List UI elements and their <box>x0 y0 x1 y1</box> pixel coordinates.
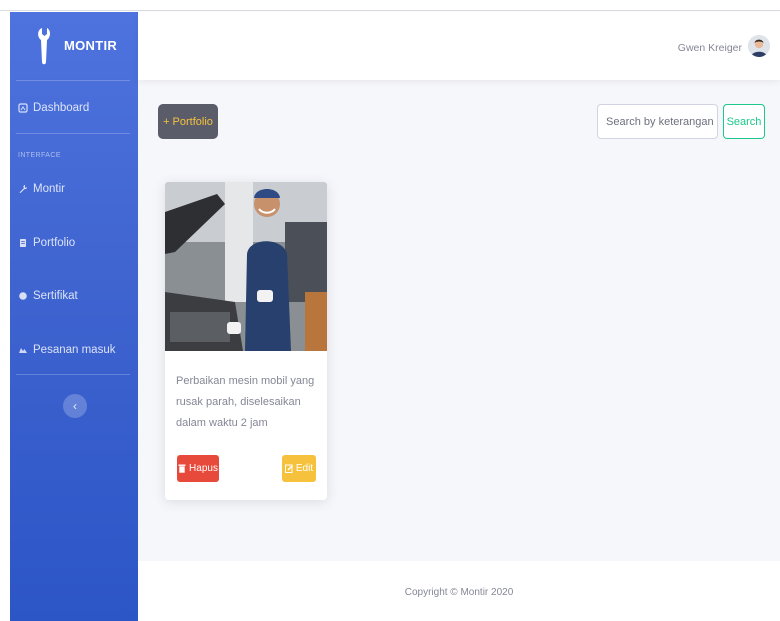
sidebar-item-label: Dashboard <box>33 102 90 114</box>
user-avatar-icon <box>748 35 770 57</box>
portfolio-card: Perbaikan mesin mobil yang rusak parah, … <box>165 182 327 500</box>
top-border <box>0 10 780 11</box>
certificate-icon <box>19 292 27 300</box>
sidebar-item-montir[interactable]: Montir <box>18 183 65 195</box>
trash-icon <box>178 464 186 473</box>
brand-name: MONTIR <box>64 38 118 53</box>
footer: Copyright © Montir 2020 <box>138 561 780 621</box>
folder-icon <box>20 239 26 247</box>
portfolio-photo <box>165 182 327 351</box>
sidebar: MONTIR Dashboard INTERFACE Montir Portfo… <box>10 12 138 621</box>
wrench-icon <box>19 185 28 193</box>
sidebar-item-label: Portfolio <box>33 237 76 249</box>
add-portfolio-button[interactable]: + Portfolio <box>158 104 218 139</box>
sidebar-divider <box>16 374 130 375</box>
edit-button[interactable]: Edit <box>282 455 316 482</box>
user-name[interactable]: Gwen Kreiger <box>678 42 742 54</box>
sidebar-item-pesanan-masuk[interactable]: Pesanan masuk <box>18 344 115 356</box>
delete-button[interactable]: Hapus <box>177 455 219 482</box>
sidebar-divider <box>16 80 130 81</box>
sidebar-item-label: Sertifikat <box>33 290 78 302</box>
sidebar-toggle-button[interactable]: ‹ <box>63 394 87 418</box>
avatar[interactable] <box>748 35 770 57</box>
sidebar-item-label: Pesanan masuk <box>33 344 116 356</box>
sidebar-item-label: Montir <box>33 183 65 195</box>
search-button[interactable]: Search <box>723 104 765 139</box>
topbar: Gwen Kreiger <box>138 12 780 80</box>
delete-label: Hapus <box>189 463 218 474</box>
copyright-text: Copyright © Montir 2020 <box>404 587 514 598</box>
sidebar-brand[interactable]: MONTIR <box>10 12 138 80</box>
sidebar-divider <box>16 133 130 134</box>
sidebar-item-portfolio[interactable]: Portfolio <box>18 237 75 249</box>
sidebar-item-dashboard[interactable]: Dashboard <box>18 102 89 114</box>
edit-icon <box>284 464 293 473</box>
tachometer-icon <box>18 103 28 113</box>
search-input[interactable]: Search by keterangan <box>597 104 718 139</box>
edit-label: Edit <box>295 463 314 474</box>
app-window: MONTIR Dashboard INTERFACE Montir Portfo… <box>10 12 780 621</box>
wrench-logo-icon <box>38 28 50 65</box>
sidebar-heading: INTERFACE <box>18 152 61 159</box>
portfolio-description: Perbaikan mesin mobil yang rusak parah, … <box>176 375 315 429</box>
inbox-icon <box>19 348 27 353</box>
sidebar-item-sertifikat[interactable]: Sertifikat <box>18 290 78 302</box>
